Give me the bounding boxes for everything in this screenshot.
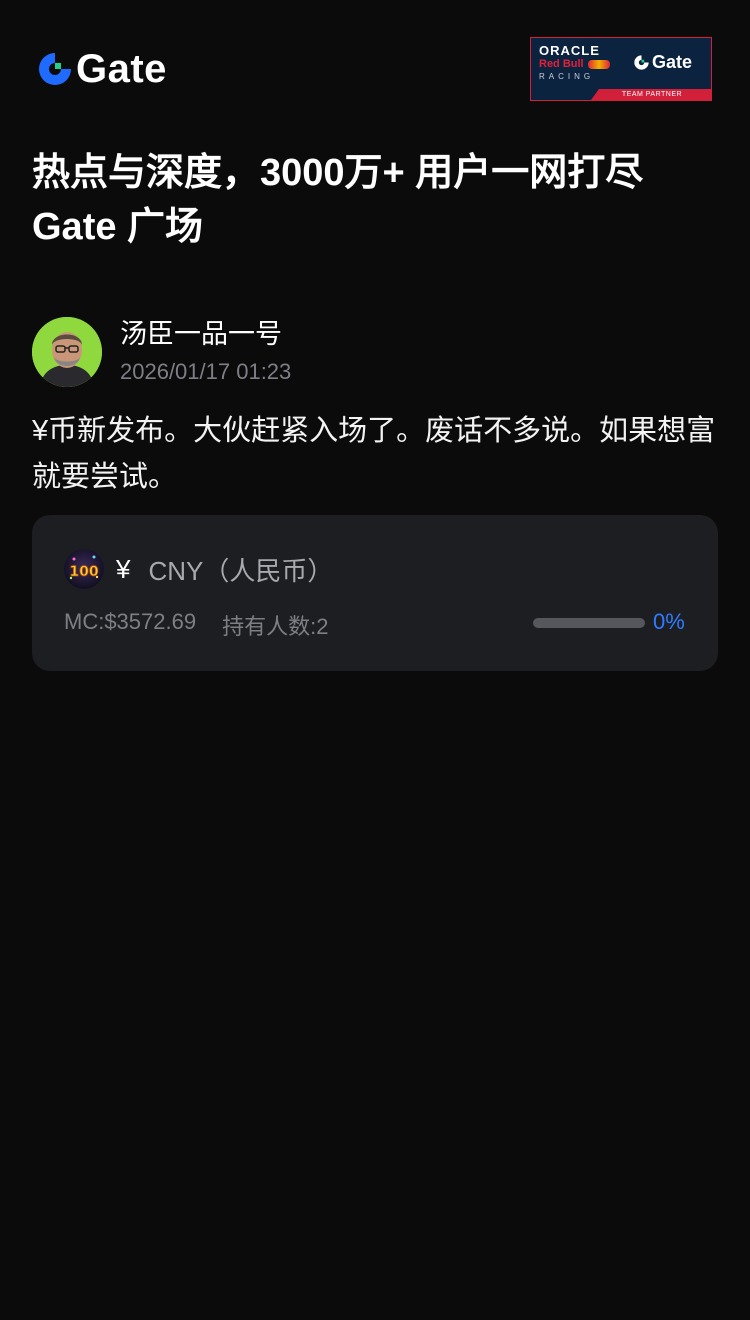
coin-symbol: ¥ bbox=[116, 553, 131, 584]
headline-line-2: Gate 广场 bbox=[32, 206, 204, 248]
headline-line-1: 热点与深度，3000万+ 用户一网打尽 bbox=[32, 152, 644, 194]
app-header: Gate ORACLE Red Bull RACING Gate TEAM PA… bbox=[0, 0, 750, 120]
gate-badge-icon bbox=[634, 55, 649, 70]
coin-card[interactable]: 100 ¥ CNY（人民币） MC:$3572.69 持有人数:2 0% bbox=[32, 515, 718, 671]
progress-bar bbox=[533, 618, 645, 628]
gate-logo-text: Gate bbox=[76, 47, 167, 91]
holder-count: 持有人数:2 bbox=[222, 614, 329, 639]
redbull-bull-icon bbox=[587, 60, 610, 69]
post-content[interactable]: ¥币新发布。大伙赶紧入场了。废话不多说。如果想富就要尝试。 bbox=[32, 408, 722, 500]
coin-icon-label: 100 bbox=[69, 564, 98, 580]
author-name[interactable]: 汤臣一品一号 bbox=[120, 316, 291, 352]
team-partner-badge[interactable]: ORACLE Red Bull RACING Gate TEAM PARTNER bbox=[530, 37, 712, 101]
coin-100-icon: 100 bbox=[64, 549, 104, 589]
post-author[interactable]: 汤臣一品一号 2026/01/17 01:23 bbox=[32, 316, 291, 388]
team-partner-label: TEAM PARTNER bbox=[591, 89, 711, 100]
post-timestamp: 2026/01/17 01:23 bbox=[120, 359, 292, 384]
racing-wordmark: RACING bbox=[539, 72, 595, 81]
gate-logo-icon bbox=[36, 50, 74, 88]
progress-percent: 0% bbox=[653, 609, 685, 634]
coin-name: CNY（人民币） bbox=[148, 555, 334, 586]
gate-badge-text: Gate bbox=[652, 52, 693, 72]
redbull-wordmark: Red Bull bbox=[539, 58, 584, 70]
page-headline: 热点与深度，3000万+ 用户一网打尽 Gate 广场 bbox=[32, 146, 722, 254]
avatar[interactable] bbox=[32, 317, 102, 387]
gate-logo[interactable]: Gate bbox=[36, 47, 167, 91]
market-cap: MC:$3572.69 bbox=[64, 609, 197, 634]
oracle-wordmark: ORACLE bbox=[539, 43, 600, 58]
